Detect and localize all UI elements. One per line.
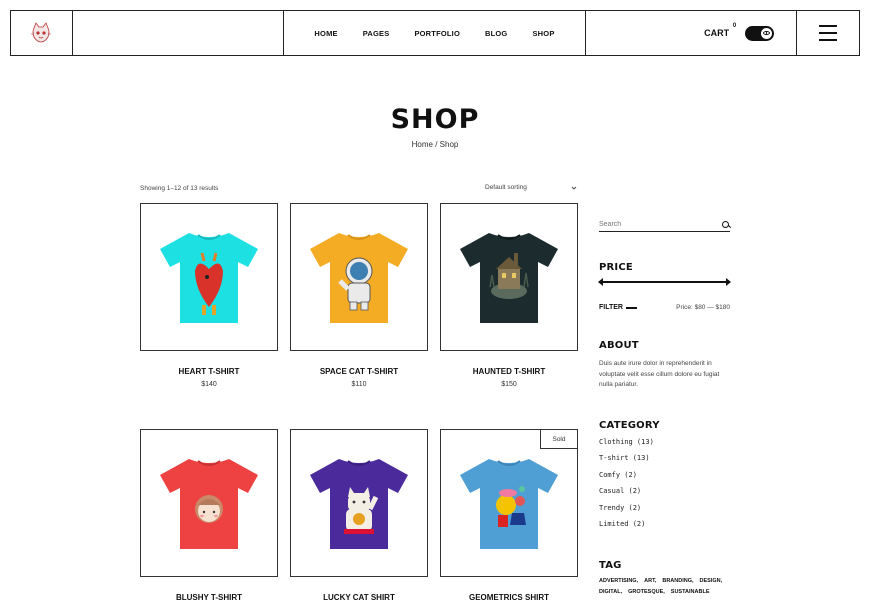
tshirt-blushy-image xyxy=(160,459,258,549)
hamburger-icon[interactable] xyxy=(819,25,838,41)
nav-portfolio[interactable]: PORTFOLIO xyxy=(402,29,473,38)
product-price: $150 xyxy=(501,381,517,388)
search-input[interactable] xyxy=(599,221,699,228)
product-name[interactable]: LUCKY CAT SHIRT xyxy=(290,593,428,602)
product-card: HAUNTED T-SHIRT $150 xyxy=(440,203,578,388)
cart-link[interactable]: CART 0 xyxy=(704,23,736,38)
search-icon[interactable] xyxy=(722,220,730,229)
tag-cloud: ADVERTISING, ART, BRANDING, DESIGN, DIGI… xyxy=(599,578,730,595)
cart-label: CART xyxy=(704,28,730,38)
product-image[interactable]: Sold xyxy=(440,429,578,577)
product-name[interactable]: SPACE CAT T-SHIRT xyxy=(290,367,428,376)
tag-item[interactable]: ART, xyxy=(644,578,656,584)
toggle-knob xyxy=(761,27,773,39)
filter-dash-icon xyxy=(625,306,637,309)
header-spacer xyxy=(73,11,285,55)
tshirt-heart-image xyxy=(160,233,258,323)
logo-cell xyxy=(11,11,73,55)
search-box xyxy=(599,218,730,232)
logo-icon[interactable] xyxy=(28,20,54,46)
tshirt-space-cat-image xyxy=(310,233,408,323)
nav-blog[interactable]: BLOG xyxy=(473,29,520,38)
product-card: HEART T-SHIRT $140 xyxy=(140,203,278,388)
product-name[interactable]: GEOMETRICS SHIRT xyxy=(440,593,578,602)
nav-pages[interactable]: PAGES xyxy=(350,29,402,38)
result-count: Showing 1–12 of 13 results xyxy=(140,185,219,192)
breadcrumb-separator: / xyxy=(435,140,438,149)
price-range-text: Price: $80 — $180 xyxy=(676,304,730,311)
product-card: Sold GEOMETRICS SHIRT xyxy=(440,429,578,607)
price-range-slider[interactable] xyxy=(598,278,731,286)
filter-button[interactable]: FILTER xyxy=(599,304,637,311)
tag-item[interactable]: BRANDING, xyxy=(662,578,693,584)
site-header: HOME PAGES PORTFOLIO BLOG SHOP CART 0 xyxy=(10,10,860,56)
filter-label: FILTER xyxy=(599,304,623,311)
category-widget-title: CATEGORY xyxy=(599,420,660,431)
product-image[interactable] xyxy=(290,203,428,351)
sidebar: PRICE FILTER Price: $80 — $180 ABOUT Dui… xyxy=(598,218,731,595)
tag-item[interactable]: SUSTAINABLE xyxy=(671,589,710,595)
cart-count: 0 xyxy=(732,23,737,29)
about-text: Duis aute irure dolor in reprehenderit i… xyxy=(599,360,720,388)
sold-badge: Sold xyxy=(540,429,578,449)
eye-icon xyxy=(763,31,771,35)
product-price: $110 xyxy=(351,381,367,388)
price-filter-row: FILTER Price: $80 — $180 xyxy=(599,304,730,311)
breadcrumb-current: Shop xyxy=(439,140,459,149)
product-card: BLUSHY T-SHIRT xyxy=(140,429,278,607)
tag-item[interactable]: DIGITAL, xyxy=(599,589,622,595)
category-item[interactable]: T-shirt (13) xyxy=(599,454,654,470)
product-name[interactable]: BLUSHY T-SHIRT xyxy=(140,593,278,602)
product-image[interactable] xyxy=(290,429,428,577)
category-list: Clothing (13) T-shirt (13) Comfy (2) Cas… xyxy=(599,438,654,536)
product-image[interactable] xyxy=(140,429,278,577)
breadcrumb-home[interactable]: Home xyxy=(412,140,433,149)
category-item[interactable]: Limited (2) xyxy=(599,520,654,536)
tag-item[interactable]: GROTESQUE, xyxy=(628,589,665,595)
about-widget-title: ABOUT xyxy=(599,340,639,351)
product-image[interactable] xyxy=(140,203,278,351)
category-item[interactable]: Casual (2) xyxy=(599,487,654,503)
theme-toggle[interactable] xyxy=(745,25,775,41)
product-card: LUCKY CAT SHIRT xyxy=(290,429,428,607)
category-item[interactable]: Trendy (2) xyxy=(599,504,654,520)
tag-widget-title: TAG xyxy=(599,560,622,571)
sorting-label: Default sorting xyxy=(485,184,527,191)
tshirt-lucky-cat-image xyxy=(310,459,408,549)
page-title: SHOP xyxy=(390,104,480,135)
price-widget-title: PRICE xyxy=(599,262,633,273)
main-nav: HOME PAGES PORTFOLIO BLOG SHOP xyxy=(284,11,586,55)
nav-shop[interactable]: SHOP xyxy=(520,29,567,38)
product-price: $140 xyxy=(201,381,217,388)
category-item[interactable]: Clothing (13) xyxy=(599,438,654,454)
sorting-select[interactable]: Default sorting xyxy=(485,184,577,192)
tshirt-geometrics-image xyxy=(460,459,558,549)
chevron-down-icon xyxy=(571,186,577,190)
category-item[interactable]: Comfy (2) xyxy=(599,471,654,487)
product-name[interactable]: HAUNTED T-SHIRT xyxy=(440,367,578,376)
product-card: SPACE CAT T-SHIRT $110 xyxy=(290,203,428,388)
product-name[interactable]: HEART T-SHIRT xyxy=(140,367,278,376)
tshirt-haunted-image xyxy=(460,233,558,323)
menu-cell xyxy=(797,11,859,55)
tag-item[interactable]: DESIGN, xyxy=(700,578,723,584)
breadcrumb: Home / Shop xyxy=(0,140,870,149)
product-image[interactable] xyxy=(440,203,578,351)
tag-item[interactable]: ADVERTISING, xyxy=(599,578,638,584)
cart-cell: CART 0 xyxy=(586,11,798,55)
nav-home[interactable]: HOME xyxy=(302,29,350,38)
